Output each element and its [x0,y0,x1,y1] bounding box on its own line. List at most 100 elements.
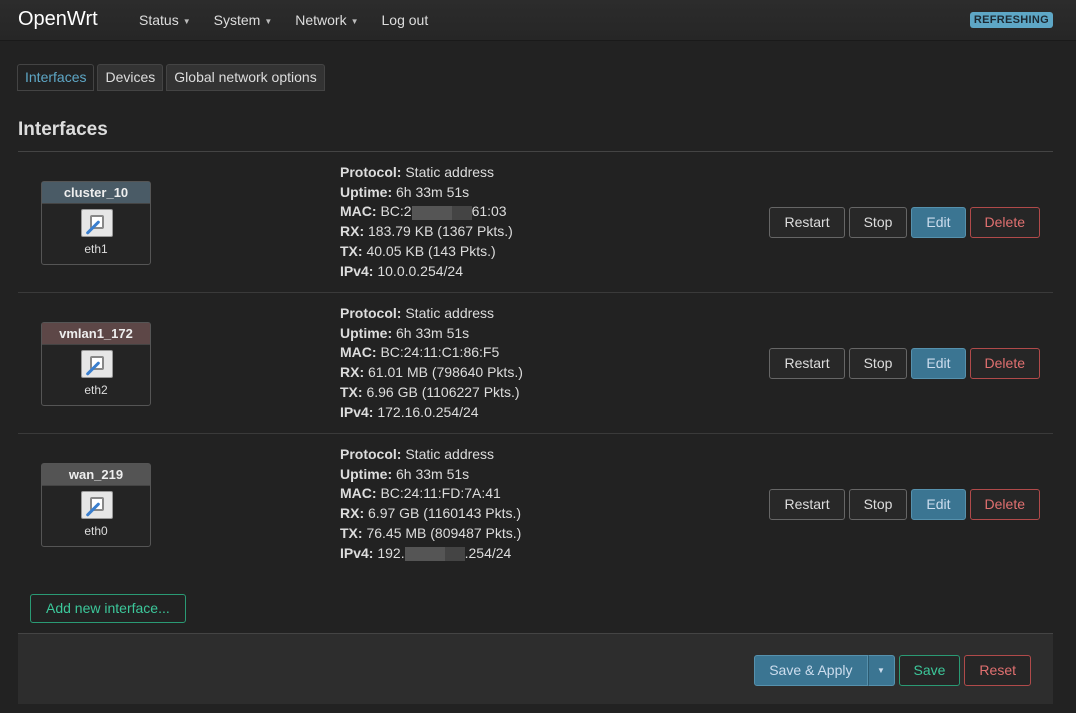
protocol-label: Protocol: [340,164,402,180]
edit-button[interactable]: Edit [911,348,966,379]
reset-button[interactable]: Reset [964,655,1031,686]
rx-label: RX: [340,364,365,381]
row-actions: Restart Stop Edit Delete [765,489,1040,520]
stop-button[interactable]: Stop [848,207,908,238]
interface-status: Protocol: Static address Uptime: 6h 33m … [340,445,521,563]
brand-logo[interactable]: OpenWrt [18,8,98,31]
rx-value: 183.79 KB (1367 Pkts.) [368,223,513,240]
save-apply-button[interactable]: Save & Apply [754,655,868,686]
top-navbar: OpenWrt Status ▼ System ▼ Network ▼ Log out… [0,0,1076,41]
edit-button[interactable]: Edit [911,489,966,520]
interface-device: eth1 [84,242,108,256]
delete-button[interactable]: Delete [969,207,1040,238]
rx-value: 61.01 MB (798640 Pkts.) [368,364,523,381]
ethernet-port-icon [81,209,113,237]
tab-global-network-options[interactable]: Global network options [166,64,325,91]
tab-devices[interactable]: Devices [97,64,164,91]
interfaces-table: cluster_10 eth1 Protocol: Static address… [18,151,1053,575]
menu-status[interactable]: Status ▼ [139,12,191,28]
interface-name: vmlan1_172 [42,323,150,345]
main-menu: Status ▼ System ▼ Network ▼ Log out [139,12,451,28]
ethernet-port-icon [81,491,113,519]
page-title: Interfaces [18,119,108,140]
menu-status-label: Status [139,12,179,28]
save-apply-split-button: Save & Apply ▼ [754,655,895,686]
delete-button[interactable]: Delete [969,489,1040,520]
tx-label: TX: [340,242,363,259]
chevron-down-icon: ▼ [264,16,273,26]
rx-label: RX: [340,505,365,522]
menu-system[interactable]: System ▼ [214,12,273,28]
interface-device: eth2 [84,383,108,397]
refreshing-badge[interactable]: REFRESHING [969,12,1053,28]
ipv4-label: IPv4: [340,403,374,420]
stop-button[interactable]: Stop [848,348,908,379]
interface-name: wan_219 [42,464,150,486]
interface-row-cluster-10: cluster_10 eth1 Protocol: Static address… [18,152,1053,293]
redaction-mask [411,205,452,220]
tx-label: TX: [340,524,363,541]
tx-value: 76.45 MB (809487 Pkts.) [366,524,522,541]
protocol-label: Protocol: [340,305,402,321]
ipv4-value: 10.0.0.254/24 [377,262,463,279]
interface-device: eth0 [84,524,108,538]
chevron-down-icon: ▼ [182,16,191,26]
mac-value-prefix: BC:2 [380,203,412,220]
tx-label: TX: [340,383,363,400]
interface-status: Protocol: Static address Uptime: 6h 33m … [340,163,513,281]
interface-row-wan-219: wan_219 eth0 Protocol: Static address Up… [18,434,1053,575]
mac-value: BC:24:11:C1:86:F5 [380,344,500,361]
tab-bar: Interfaces Devices Global network option… [17,64,328,91]
protocol-value: Static address [405,305,495,321]
uptime-value: 6h 33m 51s [396,183,470,200]
interface-status: Protocol: Static address Uptime: 6h 33m … [340,304,523,422]
page-actions-footer: Save & Apply ▼ Save Reset [18,633,1053,704]
protocol-label: Protocol: [340,446,402,462]
protocol-value: Static address [405,446,495,462]
stop-button[interactable]: Stop [848,489,908,520]
uptime-value: 6h 33m 51s [396,465,470,482]
ipv4-value-prefix: 192. [377,544,405,561]
menu-system-label: System [213,12,261,28]
mac-label: MAC: [340,203,377,220]
restart-button[interactable]: Restart [769,489,845,520]
mac-value-suffix: 61:03 [471,203,507,220]
chevron-down-icon: ▼ [350,16,359,26]
menu-network-label: Network [295,12,347,28]
edit-button[interactable]: Edit [911,207,966,238]
tab-interfaces[interactable]: Interfaces [17,64,95,91]
save-button[interactable]: Save [898,655,961,686]
ethernet-port-icon [81,350,113,378]
redaction-mask [404,546,445,561]
interface-name: cluster_10 [42,182,150,204]
mac-value: BC:24:11:FD:7A:41 [380,485,501,502]
chevron-down-icon[interactable]: ▼ [867,655,895,686]
uptime-label: Uptime: [340,465,393,482]
menu-logout-label: Log out [381,12,429,28]
menu-logout[interactable]: Log out [382,12,429,28]
add-new-interface-button[interactable]: Add new interface... [30,594,186,623]
footer-actions: Save & Apply ▼ Save Reset [750,655,1031,686]
delete-button[interactable]: Delete [969,348,1040,379]
ipv4-value-suffix: .254/24 [464,544,512,561]
redaction-mask [444,546,465,561]
protocol-value: Static address [405,164,495,180]
mac-label: MAC: [340,344,377,361]
uptime-label: Uptime: [340,183,393,200]
rx-label: RX: [340,223,365,240]
rx-value: 6.97 GB (1160143 Pkts.) [368,505,522,522]
ipv4-label: IPv4: [340,544,374,561]
restart-button[interactable]: Restart [769,348,845,379]
menu-network[interactable]: Network ▼ [295,12,358,28]
row-actions: Restart Stop Edit Delete [765,348,1040,379]
uptime-value: 6h 33m 51s [396,324,470,341]
interface-badge: vmlan1_172 eth2 [41,322,151,406]
tx-value: 40.05 KB (143 Pkts.) [366,242,496,259]
restart-button[interactable]: Restart [769,207,845,238]
interface-badge: wan_219 eth0 [41,463,151,547]
tx-value: 6.96 GB (1106227 Pkts.) [366,383,520,400]
mac-label: MAC: [340,485,377,502]
ipv4-label: IPv4: [340,262,374,279]
interface-badge: cluster_10 eth1 [41,181,151,265]
uptime-label: Uptime: [340,324,393,341]
